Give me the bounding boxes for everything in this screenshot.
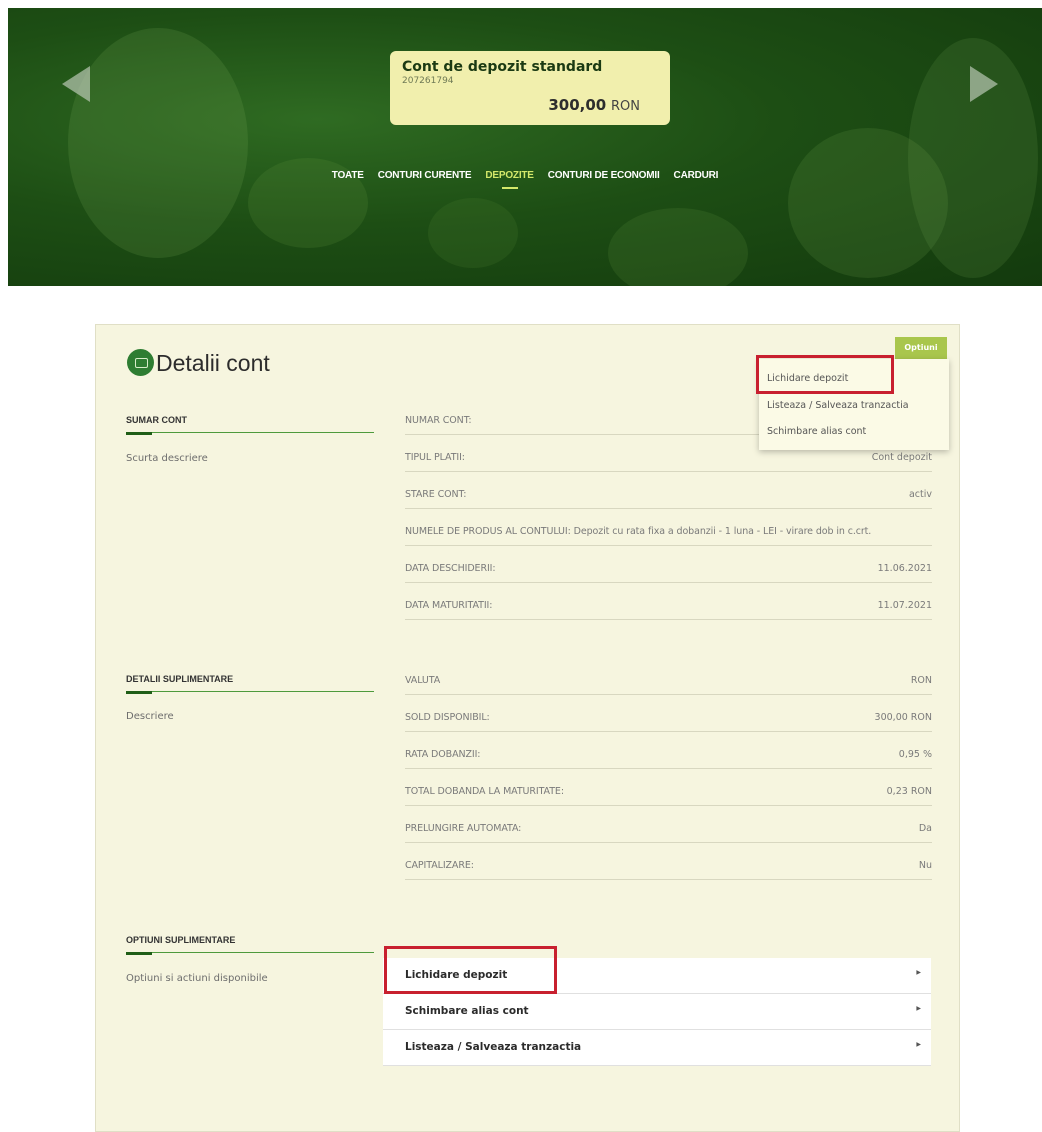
chevron-right-icon: ▶ bbox=[916, 969, 921, 976]
row-value: Da bbox=[918, 823, 932, 834]
action-lichidare-depozit[interactable]: Lichidare depozit ▶ bbox=[383, 958, 931, 994]
row-label: PRELUNGIRE AUTOMATA: bbox=[405, 823, 522, 834]
row-value: 0,23 RON bbox=[886, 786, 932, 797]
page: Cont de depozit standard 207261794 300,0… bbox=[0, 0, 1042, 1132]
page-title: Detalii cont bbox=[126, 350, 270, 377]
summary-heading: SUMAR CONT bbox=[126, 415, 374, 435]
hero-banner: Cont de depozit standard 207261794 300,0… bbox=[8, 8, 1042, 286]
tab-toate[interactable]: TOATE bbox=[332, 170, 364, 181]
row-label: NUMELE DE PRODUS AL CONTULUI: Depozit cu… bbox=[405, 526, 872, 537]
detail-row: RATA DOBANZII: 0,95 % bbox=[405, 745, 932, 769]
page-title-text: Detalii cont bbox=[156, 350, 270, 376]
row-label: NUMAR CONT: bbox=[405, 415, 472, 426]
previous-account-arrow-icon[interactable] bbox=[62, 66, 90, 102]
chevron-right-icon: ▶ bbox=[916, 1005, 921, 1012]
detail-row: DATA MATURITATII: 11.07.2021 bbox=[405, 596, 932, 620]
row-value: 0,95 % bbox=[898, 749, 932, 760]
next-account-arrow-icon[interactable] bbox=[970, 66, 998, 102]
summary-description: Scurta descriere bbox=[126, 453, 208, 464]
row-label: TIPUL PLATII: bbox=[405, 452, 465, 463]
account-balance: 300,00 RON bbox=[548, 96, 640, 114]
menu-item-listeaza-salveaza[interactable]: Listeaza / Salveaza tranzactia bbox=[767, 400, 909, 411]
action-label: Lichidare depozit bbox=[405, 969, 508, 981]
menu-item-lichidare-depozit[interactable]: Lichidare depozit bbox=[767, 373, 848, 384]
row-value: Nu bbox=[918, 860, 932, 871]
extra-details-description: Descriere bbox=[126, 711, 174, 722]
action-schimbare-alias[interactable]: Schimbare alias cont ▶ bbox=[383, 994, 931, 1030]
row-label: SOLD DISPONIBIL: bbox=[405, 712, 490, 723]
row-value: Cont depozit bbox=[871, 452, 932, 463]
balance-currency: RON bbox=[611, 99, 640, 114]
options-button[interactable]: Optiuni bbox=[895, 337, 947, 359]
tab-carduri[interactable]: CARDURI bbox=[674, 170, 719, 181]
menu-item-schimbare-alias[interactable]: Schimbare alias cont bbox=[767, 426, 866, 437]
detail-row: CAPITALIZARE: Nu bbox=[405, 856, 932, 880]
action-label: Schimbare alias cont bbox=[405, 1005, 529, 1017]
account-name: Cont de depozit standard bbox=[402, 59, 603, 75]
balance-amount: 300,00 bbox=[548, 96, 607, 114]
row-label: VALUTA bbox=[405, 675, 441, 686]
action-label: Listeaza / Salveaza tranzactia bbox=[405, 1041, 582, 1053]
tab-conturi-curente[interactable]: CONTURI CURENTE bbox=[378, 170, 472, 181]
row-value: activ bbox=[908, 489, 932, 500]
detail-row: NUMELE DE PRODUS AL CONTULUI: Depozit cu… bbox=[405, 522, 932, 546]
row-label: TOTAL DOBANDA LA MATURITATE: bbox=[405, 786, 564, 797]
row-label: STARE CONT: bbox=[405, 489, 467, 500]
detail-row: STARE CONT: activ bbox=[405, 485, 932, 509]
options-dropdown-menu: Lichidare depozit Listeaza / Salveaza tr… bbox=[759, 359, 949, 450]
row-value: 300,00 RON bbox=[874, 712, 932, 723]
row-value: 11.06.2021 bbox=[877, 563, 932, 574]
row-value: 11.07.2021 bbox=[877, 600, 932, 611]
extra-options-heading: OPTIUNI SUPLIMENTARE bbox=[126, 935, 374, 955]
extra-options-description: Optiuni si actiuni disponibile bbox=[126, 973, 268, 984]
detail-row: TOTAL DOBANDA LA MATURITATE: 0,23 RON bbox=[405, 782, 932, 806]
row-label: DATA MATURITATII: bbox=[405, 600, 493, 611]
row-label: RATA DOBANZII: bbox=[405, 749, 481, 760]
action-listeaza-salveaza[interactable]: Listeaza / Salveaza tranzactia ▶ bbox=[383, 1030, 931, 1066]
tab-depozite[interactable]: DEPOZITE bbox=[485, 170, 534, 189]
detail-row: DATA DESCHIDERII: 11.06.2021 bbox=[405, 559, 932, 583]
account-details-panel: Detalii cont SUMAR CONT Scurta descriere… bbox=[95, 324, 960, 1132]
row-label: DATA DESCHIDERII: bbox=[405, 563, 496, 574]
account-number: 207261794 bbox=[402, 76, 454, 86]
row-value: RON bbox=[910, 675, 932, 686]
chevron-right-icon: ▶ bbox=[916, 1041, 921, 1048]
detail-row: TIPUL PLATII: Cont depozit bbox=[405, 448, 932, 472]
detail-row: SOLD DISPONIBIL: 300,00 RON bbox=[405, 708, 932, 732]
extra-details-heading: DETALII SUPLIMENTARE bbox=[126, 674, 374, 694]
detail-row: PRELUNGIRE AUTOMATA: Da bbox=[405, 819, 932, 843]
tab-conturi-de-economii[interactable]: CONTURI DE ECONOMII bbox=[548, 170, 660, 181]
account-type-tabs: TOATE CONTURI CURENTE DEPOZITE CONTURI D… bbox=[8, 170, 1042, 189]
detail-row: VALUTA RON bbox=[405, 671, 932, 695]
account-card[interactable]: Cont de depozit standard 207261794 300,0… bbox=[390, 51, 670, 125]
row-label: CAPITALIZARE: bbox=[405, 860, 474, 871]
